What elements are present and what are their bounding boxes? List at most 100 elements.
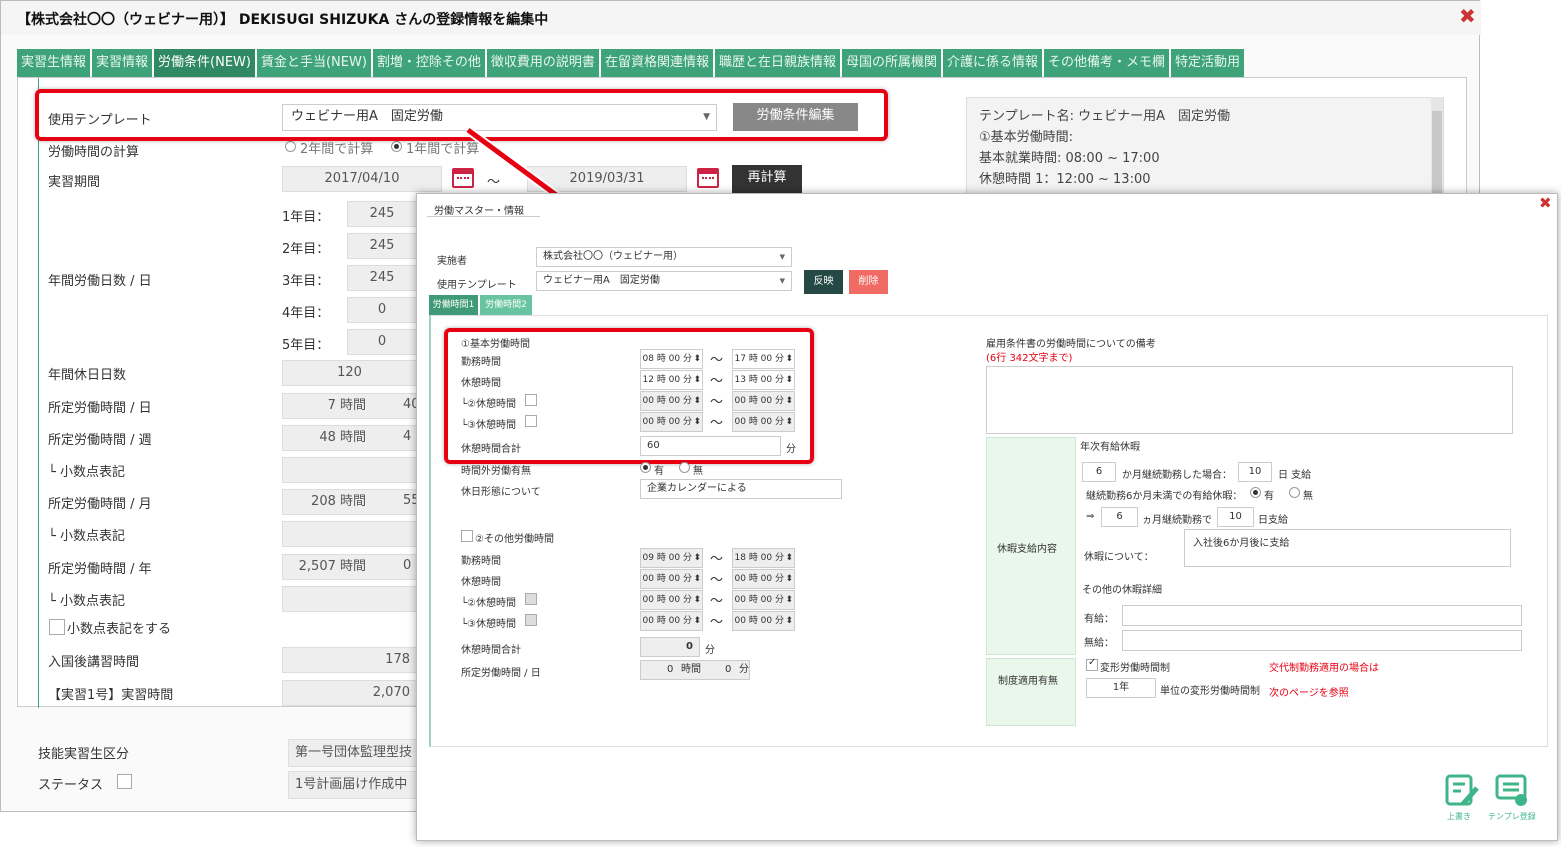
tab-4[interactable]: 割増・控除その他: [372, 49, 485, 77]
hours-row-field[interactable]: 48 時間: [282, 425, 417, 451]
overtime-yes-radio[interactable]: [640, 462, 651, 473]
hours-row-field[interactable]: 2,507 時間: [282, 554, 417, 580]
apply-button[interactable]: 反映: [804, 270, 843, 294]
calc-2year-radio[interactable]: [285, 141, 296, 152]
holiday-label: 休日形態について: [461, 487, 541, 498]
months-input[interactable]: 6: [1082, 462, 1116, 482]
tilde-separator: 〜: [710, 552, 724, 567]
tab-11[interactable]: 特定活動用: [1171, 49, 1245, 77]
remarks-textarea[interactable]: [986, 366, 1513, 434]
tab-0[interactable]: 実習生情報: [17, 49, 91, 77]
tab-10[interactable]: その他備考・メモ欄: [1044, 49, 1170, 77]
tab-bar: 実習生情報 実習情報 労働条件(NEW) 賃金と手当(NEW) 割増・控除その他 徴収費用…: [17, 49, 1245, 77]
time-from-input[interactable]: 00 時 00 分: [640, 391, 703, 411]
paid-input[interactable]: [1122, 605, 1522, 626]
year-days-field[interactable]: 245: [347, 201, 417, 227]
days2-input[interactable]: 10: [1217, 507, 1254, 527]
post-entry-label: 入国後講習時間: [48, 655, 140, 670]
under6-no-radio[interactable]: [1289, 487, 1300, 498]
hours-row-field[interactable]: [282, 586, 417, 612]
flex-unit-input[interactable]: 1年: [1086, 678, 1156, 698]
hours-row-field[interactable]: [282, 457, 417, 483]
time-to-input[interactable]: 00 時 00 分: [732, 391, 795, 411]
overwrite-label: 上書き: [1447, 812, 1471, 821]
overwrite-icon[interactable]: [1445, 774, 1479, 808]
status-field[interactable]: 1号計画届け作成中: [288, 771, 418, 799]
other-daily-label: 所定労働時間 / 日: [461, 668, 541, 679]
about-textarea[interactable]: 入社後6か月後に支給: [1184, 529, 1511, 567]
time-to-input[interactable]: 18 時 00 分: [732, 548, 795, 568]
status-label: ステータス: [38, 778, 104, 793]
tmpl-select[interactable]: ウェビナー用A 固定労働 ▼: [536, 271, 792, 291]
tab-9[interactable]: 介護に係る情報: [942, 49, 1042, 77]
holiday-input[interactable]: 企業カレンダーによる: [640, 479, 842, 499]
calc-1year-radio[interactable]: [391, 141, 402, 152]
tilde-separator: 〜: [710, 573, 724, 588]
flex-note2[interactable]: 次のページを参照: [1269, 684, 1349, 699]
time-to-input[interactable]: 17 時 00 分: [732, 349, 795, 369]
recalc-button[interactable]: 再計算: [732, 165, 802, 193]
time-from-input[interactable]: 00 時 00 分: [640, 412, 703, 432]
time-from-input[interactable]: 00 時 00 分: [640, 611, 703, 631]
template-register-icon[interactable]: [1495, 774, 1529, 808]
hours-row-field[interactable]: [282, 521, 417, 547]
time-row-label: 休憩時間: [461, 378, 501, 389]
period-start-field[interactable]: 2017/04/10: [282, 166, 442, 192]
panel-divider: [38, 78, 39, 708]
time-to-input[interactable]: 00 時 00 分: [732, 590, 795, 610]
tab-3[interactable]: 賃金と手当(NEW): [256, 49, 371, 77]
year-days-field[interactable]: 245: [347, 233, 417, 259]
unpaid-input[interactable]: [1122, 630, 1522, 651]
break-enable-checkbox[interactable]: [525, 415, 537, 427]
time-to-input[interactable]: 13 時 00 分: [732, 370, 795, 390]
calendar-icon[interactable]: [697, 168, 719, 188]
tab-7[interactable]: 職歴と在日親族情報: [714, 49, 840, 77]
time-to-input[interactable]: 00 時 00 分: [732, 611, 795, 631]
delete-button[interactable]: 削除: [849, 270, 888, 294]
days-input[interactable]: 10: [1238, 462, 1272, 482]
year-days-field[interactable]: 0: [347, 329, 417, 355]
category-label: 技能実習生区分: [38, 747, 130, 762]
flex-checkbox[interactable]: ✓: [1086, 657, 1098, 671]
time-from-input[interactable]: 08 時 00 分: [640, 349, 703, 369]
category-field[interactable]: 第一号団体監理型技: [288, 739, 418, 767]
scrollbar-thumb[interactable]: [1432, 111, 1442, 197]
time-to-input[interactable]: 00 時 00 分: [732, 412, 795, 432]
time-to-input[interactable]: 00 時 00 分: [732, 569, 795, 589]
hours-row-field[interactable]: 208 時間: [282, 489, 417, 515]
months2-text: ヵ月継続勤務で: [1142, 515, 1212, 526]
tab-6[interactable]: 在留資格関連情報: [600, 49, 713, 77]
subtab-2[interactable]: 労働時間2: [480, 295, 532, 315]
time-from-input[interactable]: 00 時 00 分: [640, 569, 703, 589]
hours-row-field[interactable]: 7 時間: [282, 393, 417, 419]
time-from-input[interactable]: 09 時 00 分: [640, 548, 703, 568]
close-icon[interactable]: ✖: [1459, 5, 1476, 27]
hours-row-field[interactable]: 120: [282, 360, 417, 386]
close-icon[interactable]: ✖: [1539, 194, 1552, 212]
overtime-no-radio[interactable]: [679, 462, 690, 473]
tab-8[interactable]: 母国の所属機関: [841, 49, 941, 77]
months2-input[interactable]: 6: [1101, 507, 1138, 527]
year-days-field[interactable]: 0: [347, 297, 417, 323]
post-entry-field[interactable]: 178: [282, 647, 417, 673]
tab-2[interactable]: 労働条件(NEW): [154, 49, 255, 77]
time-from-input[interactable]: 00 時 00 分: [640, 590, 703, 610]
other-hours-checkbox[interactable]: [461, 530, 473, 542]
tab-1[interactable]: 実習情報: [92, 49, 153, 77]
time-row-label: 勤務時間: [461, 556, 501, 567]
year-days-field[interactable]: 245: [347, 265, 417, 291]
break-enable-checkbox[interactable]: [525, 614, 537, 626]
under6-yes-radio[interactable]: [1250, 487, 1261, 498]
modal-title-underline: [427, 216, 540, 217]
status-checkbox[interactable]: [117, 774, 132, 789]
break-enable-checkbox[interactable]: [525, 593, 537, 605]
tab-5[interactable]: 徴収費用の説明書: [486, 49, 599, 77]
subtab-1[interactable]: 労働時間1: [429, 295, 478, 315]
hours-row-label: 所定労働時間 / 日: [48, 401, 152, 416]
time-from-input[interactable]: 12 時 00 分: [640, 370, 703, 390]
decimal-checkbox[interactable]: [49, 619, 65, 635]
org-select[interactable]: 株式会社〇〇（ウェビナー用） ▼: [536, 247, 792, 267]
break-enable-checkbox[interactable]: [525, 394, 537, 406]
jisshu1-field[interactable]: 2,070: [282, 680, 417, 706]
decimal-checkbox-label: 小数点表記をする: [67, 622, 172, 637]
